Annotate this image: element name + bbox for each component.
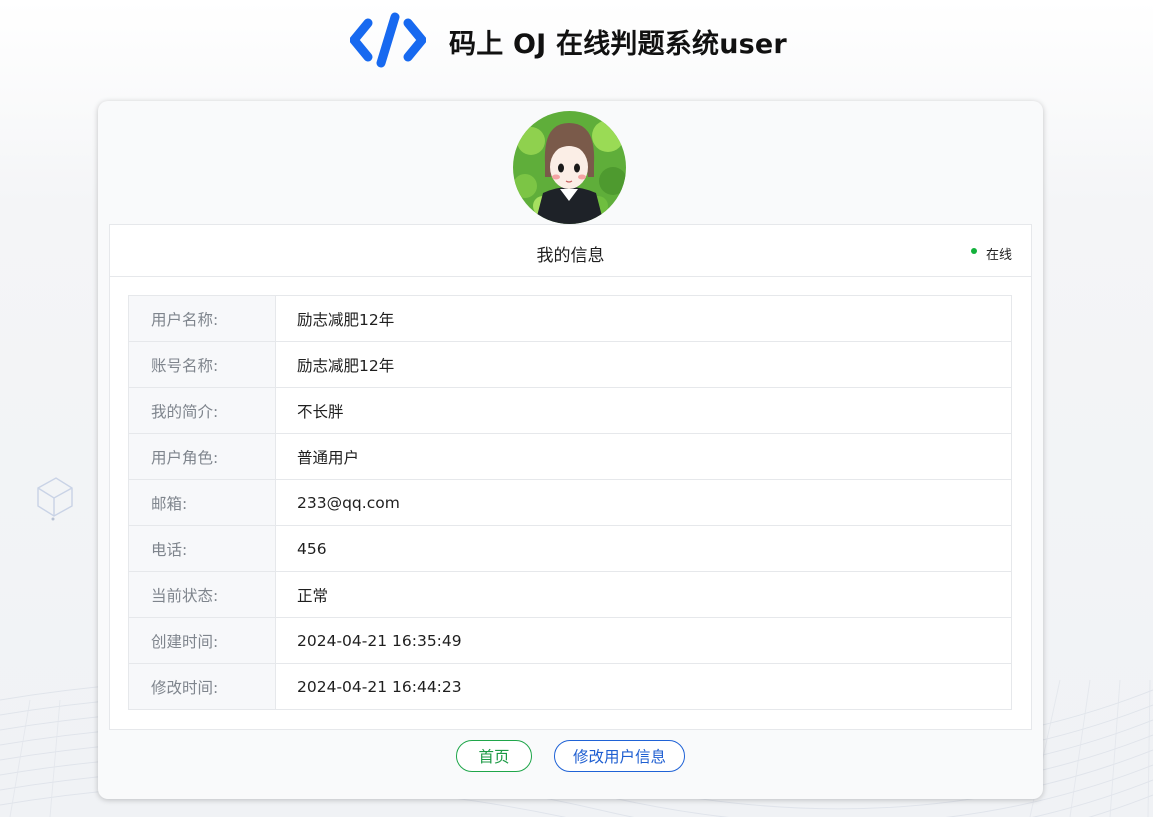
- field-value-account: 励志减肥12年: [275, 341, 1012, 388]
- field-label-email: 邮箱:: [128, 479, 276, 526]
- table-row: 用户名称: 励志减肥12年: [128, 295, 1012, 342]
- field-value-email: 233@qq.com: [275, 479, 1012, 526]
- site-title: 码上 OJ 在线判题系统user: [449, 29, 787, 60]
- field-label-username: 用户名称:: [128, 295, 276, 342]
- avatar-illustration-icon: [513, 111, 626, 224]
- table-row: 用户角色: 普通用户: [128, 433, 1012, 480]
- my-info-panel: 我的信息 在线 用户名称: 励志减肥12年 账号名称: 励志减肥12年 我的简介…: [109, 224, 1032, 730]
- site-header: 码上 OJ 在线判题系统user: [0, 8, 1153, 72]
- field-value-updated-time: 2024-04-21 16:44:23: [275, 663, 1012, 710]
- table-row: 我的简介: 不长胖: [128, 387, 1012, 434]
- home-button[interactable]: 首页: [456, 740, 532, 772]
- table-row: 电话: 456: [128, 525, 1012, 572]
- field-value-role: 普通用户: [275, 433, 1012, 480]
- field-label-bio: 我的简介:: [128, 387, 276, 434]
- panel-header: 我的信息 在线: [110, 225, 1031, 277]
- table-row: 账号名称: 励志减肥12年: [128, 341, 1012, 388]
- table-row: 创建时间: 2024-04-21 16:35:49: [128, 617, 1012, 664]
- table-row: 当前状态: 正常: [128, 571, 1012, 618]
- field-label-created-time: 创建时间:: [128, 617, 276, 664]
- table-row: 修改时间: 2024-04-21 16:44:23: [128, 663, 1012, 710]
- table-row: 邮箱: 233@qq.com: [128, 479, 1012, 526]
- field-value-status: 正常: [275, 571, 1012, 618]
- online-status-label: 在线: [986, 248, 1013, 263]
- field-label-account: 账号名称:: [128, 341, 276, 388]
- code-brackets-icon[interactable]: [350, 11, 426, 69]
- field-value-bio: 不长胖: [275, 387, 1012, 434]
- online-status-dot-icon: [971, 248, 977, 254]
- field-value-created-time: 2024-04-21 16:35:49: [275, 617, 1012, 664]
- field-label-updated-time: 修改时间:: [128, 663, 276, 710]
- field-label-status: 当前状态:: [128, 571, 276, 618]
- field-value-username: 励志减肥12年: [275, 295, 1012, 342]
- field-label-role: 用户角色:: [128, 433, 276, 480]
- field-label-phone: 电话:: [128, 525, 276, 572]
- profile-card: 我的信息 在线 用户名称: 励志减肥12年 账号名称: 励志减肥12年 我的简介…: [98, 101, 1043, 799]
- field-value-phone: 456: [275, 525, 1012, 572]
- user-info-table: 用户名称: 励志减肥12年 账号名称: 励志减肥12年 我的简介: 不长胖 用户…: [128, 295, 1012, 710]
- edit-user-info-button[interactable]: 修改用户信息: [554, 740, 685, 772]
- user-avatar: [513, 111, 626, 224]
- panel-title: 我的信息: [536, 246, 605, 266]
